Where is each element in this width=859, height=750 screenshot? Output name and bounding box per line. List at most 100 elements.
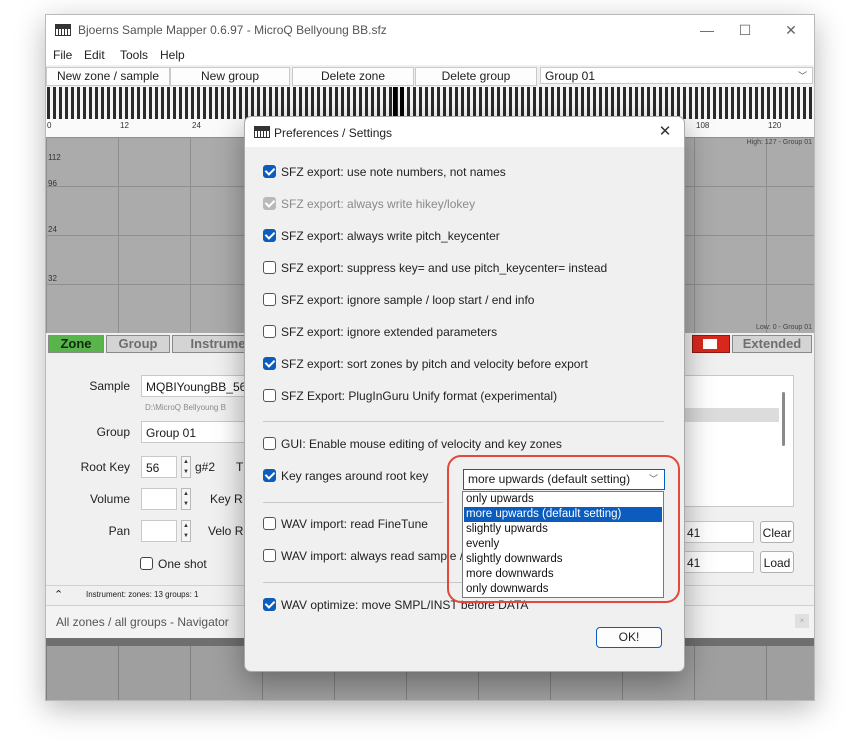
list-selected-row[interactable]	[683, 408, 779, 422]
checkbox[interactable]	[263, 598, 276, 611]
pan-field[interactable]	[141, 520, 177, 542]
group-label: Group	[96, 425, 130, 439]
dialog-title-bar: Preferences / Settings ✕	[245, 117, 684, 147]
menu-help[interactable]: Help	[160, 48, 185, 62]
range-field-a[interactable]: 41	[682, 521, 754, 543]
menu-tools[interactable]: Tools	[120, 48, 148, 62]
dropdown-option[interactable]: slightly upwards	[464, 522, 662, 537]
key-range-label: Key R	[210, 492, 243, 506]
clear-button[interactable]: Clear	[760, 521, 794, 543]
checkbox[interactable]	[263, 357, 276, 370]
velocity-label: 112	[48, 153, 61, 162]
option-suppress-key[interactable]: SFZ export: suppress key= and use pitch_…	[263, 260, 607, 276]
maximize-button[interactable]: ☐	[730, 19, 760, 41]
separator	[263, 421, 664, 422]
load-button[interactable]: Load	[760, 551, 794, 573]
ok-button[interactable]: OK!	[596, 627, 662, 648]
dropdown-option[interactable]: evenly	[464, 537, 662, 552]
root-key-label: Root Key	[80, 460, 130, 474]
option-unify-format[interactable]: SFZ Export: PlugInGuru Unify format (exp…	[263, 388, 557, 404]
list-scrollbar[interactable]	[782, 392, 785, 446]
option-label: SFZ export: always write pitch_keycenter	[281, 229, 500, 243]
menu-edit[interactable]: Edit	[84, 48, 105, 62]
option-read-finetune[interactable]: WAV import: read FineTune	[263, 516, 428, 532]
group-select[interactable]: Group 01 ﹀	[540, 67, 813, 84]
option-label: WAV import: always read sample /	[281, 549, 464, 563]
option-write-pitch-keycenter[interactable]: SFZ export: always write pitch_keycenter	[263, 228, 500, 244]
new-zone-button[interactable]: New zone / sample	[46, 67, 170, 86]
tab-zone[interactable]: Zone	[48, 335, 104, 353]
status-text: Instrument: zones: 13 groups: 1	[86, 590, 199, 599]
delete-group-button[interactable]: Delete group	[415, 67, 537, 86]
option-write-hikey-lokey: SFZ export: always write hikey/lokey	[263, 196, 475, 212]
checkbox[interactable]	[263, 325, 276, 338]
key-label: 108	[696, 121, 710, 130]
key-label: 24	[192, 121, 201, 130]
one-shot-box[interactable]	[140, 557, 153, 570]
tab-extended[interactable]: Extended	[732, 335, 812, 353]
checkbox[interactable]	[263, 229, 276, 242]
expand-icon[interactable]: ⌃	[54, 586, 63, 604]
chevron-down-icon: ﹀	[797, 71, 807, 81]
volume-stepper[interactable]: ▲ ▼	[181, 488, 191, 510]
option-read-sample-loop[interactable]: WAV import: always read sample /	[263, 548, 463, 564]
volume-label: Volume	[89, 492, 130, 506]
close-window-button[interactable]: ✕	[776, 19, 806, 41]
root-key-stepper[interactable]: ▲ ▼	[181, 456, 191, 478]
checkbox[interactable]	[263, 293, 276, 306]
checkbox[interactable]	[263, 437, 276, 450]
dropdown-option[interactable]: only downwards	[464, 582, 662, 597]
option-ignore-extended[interactable]: SFZ export: ignore extended parameters	[263, 324, 497, 340]
velocity-label: 24	[48, 225, 57, 234]
checkbox[interactable]	[263, 517, 276, 530]
dropdown-option[interactable]: slightly downwards	[464, 552, 662, 567]
option-note-numbers[interactable]: SFZ export: use note numbers, not names	[263, 164, 506, 180]
dropdown-option[interactable]: only upwards	[464, 492, 662, 507]
option-wav-optimize[interactable]: WAV optimize: move SMPL/INST before DATA	[263, 597, 528, 613]
checkbox[interactable]	[263, 389, 276, 402]
dropdown-option-selected[interactable]: more upwards (default setting)	[464, 507, 662, 522]
option-label: SFZ export: suppress key= and use pitch_…	[281, 261, 608, 275]
new-group-button[interactable]: New group	[170, 67, 290, 86]
pan-stepper[interactable]: ▲ ▼	[181, 520, 191, 542]
checkbox[interactable]	[263, 165, 276, 178]
app-icon	[254, 126, 270, 138]
tab-group[interactable]: Group	[106, 335, 170, 353]
delete-zone-button[interactable]: Delete zone	[292, 67, 414, 86]
sample-list[interactable]	[682, 375, 794, 507]
option-label: WAV optimize: move SMPL/INST before DATA	[281, 598, 529, 612]
option-ignore-loop-info[interactable]: SFZ export: ignore sample / loop start /…	[263, 292, 534, 308]
navigator-title: All zones / all groups - Navigator	[56, 615, 229, 629]
app-icon	[55, 24, 71, 36]
checkbox[interactable]	[263, 549, 276, 562]
option-label: GUI: Enable mouse editing of velocity an…	[281, 437, 562, 451]
range-field-b[interactable]: 41	[682, 551, 754, 573]
group-select-value: Group 01	[545, 69, 596, 83]
option-sort-zones[interactable]: SFZ export: sort zones by pitch and velo…	[263, 356, 588, 372]
dialog-close-button[interactable]: ✕	[654, 122, 676, 142]
root-key-note: g#2	[195, 460, 216, 474]
navigator-close-button[interactable]: ×	[795, 614, 809, 628]
sample-field[interactable]: MQBIYoungBB_56.	[141, 375, 251, 397]
one-shot-label: One shot	[158, 557, 207, 571]
chevron-down-icon: ﹀	[648, 474, 658, 484]
checkbox	[263, 197, 276, 210]
volume-field[interactable]	[141, 488, 177, 510]
option-label: SFZ export: always write hikey/lokey	[281, 197, 476, 211]
title-bar: Bjoerns Sample Mapper 0.6.97 - MicroQ Be…	[46, 15, 814, 47]
minimize-button[interactable]: —	[692, 19, 722, 41]
toolbar: New zone / sample New group Delete zone …	[46, 65, 814, 87]
menu-bar: File Edit Tools Help	[46, 47, 814, 65]
key-range-mode-select[interactable]: more upwards (default setting) ﹀	[463, 469, 665, 490]
record-toggle[interactable]	[692, 335, 730, 353]
option-key-ranges[interactable]: Key ranges around root key	[263, 468, 428, 484]
option-mouse-editing[interactable]: GUI: Enable mouse editing of velocity an…	[263, 436, 562, 452]
checkbox[interactable]	[263, 469, 276, 482]
checkbox[interactable]	[263, 261, 276, 274]
menu-file[interactable]: File	[53, 48, 72, 62]
dropdown-option[interactable]: more downwards	[464, 567, 662, 582]
group-field[interactable]: Group 01	[141, 421, 251, 443]
velocity-label: 96	[48, 179, 57, 188]
one-shot-checkbox[interactable]: One shot	[140, 557, 207, 571]
root-key-field[interactable]: 56	[141, 456, 177, 478]
